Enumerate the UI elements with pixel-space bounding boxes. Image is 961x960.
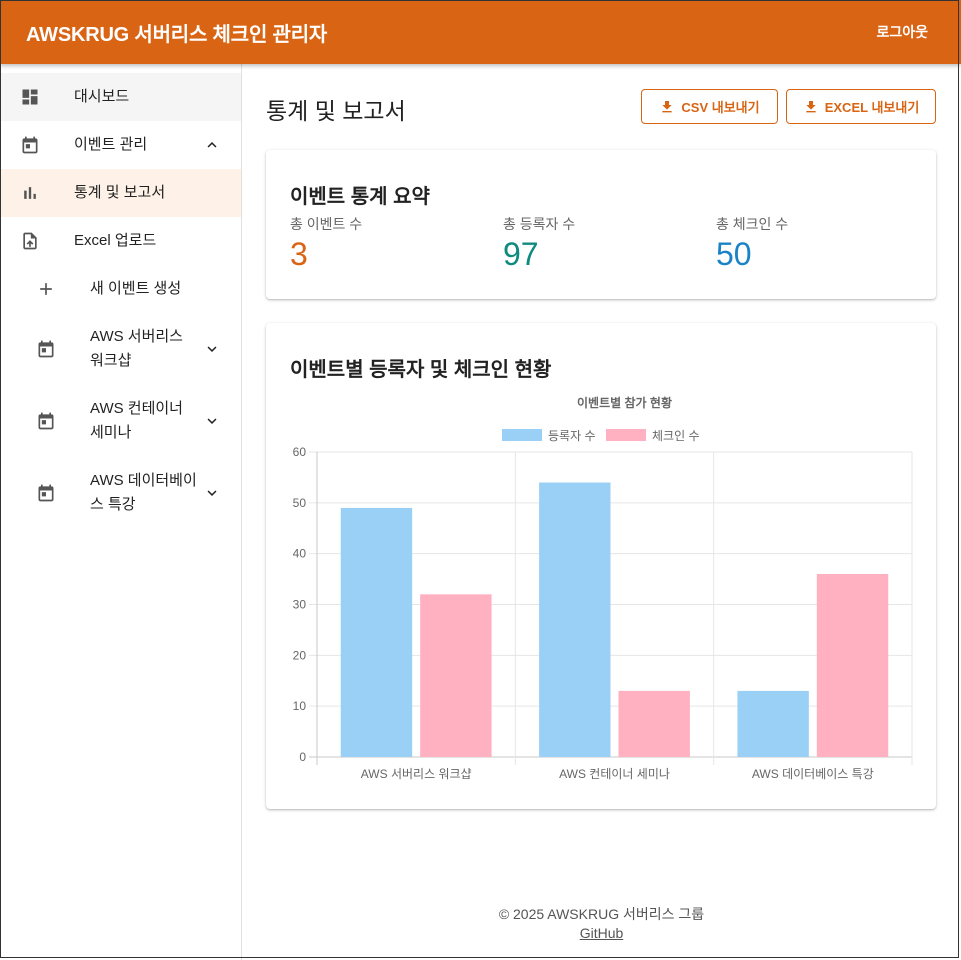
csv-export-label: CSV 내보내기 [681, 100, 760, 115]
footer-copyright: © 2025 AWSKRUG 서버리스 그룹 [498, 906, 705, 922]
stat-label-checkins: 총 체크인 수 [716, 216, 789, 232]
chart: 이벤트별 참가 현황등록자 수 체크인 수 0 10 20 30 40 50 60 AWS 서버리… [293, 395, 913, 781]
download-icon [662, 100, 673, 112]
chevron-down-icon[interactable] [203, 412, 221, 430]
summary-title: 이벤트 통계 요약 [290, 186, 430, 208]
sidebar: 대시보드 이벤트 관리 통계 및 보고서 Excel 업로드 새 이벤트 생성 [0, 64, 242, 960]
excel-export-button[interactable]: EXCEL 내보내기 [786, 89, 936, 124]
excel-export-label: EXCEL 내보내기 [824, 100, 920, 115]
x-tick-label: AWS 서버리스 워크샵 [361, 767, 472, 781]
x-tick-label: AWS 컨테이너 세미나 [559, 767, 670, 781]
sidebar-item-event-serverless[interactable]: AWS 서버리스 워크샵 [0, 313, 241, 385]
calendar-icon [35, 482, 57, 504]
sidebar-item-label: 이벤트 관리 [74, 136, 148, 153]
sidebar-item-label: Excel 업로드 [74, 232, 157, 249]
label-line: 스 특강 [90, 496, 136, 513]
sidebar-item-label: 대시보드 [74, 88, 130, 105]
csv-export-button[interactable]: CSV 내보내기 [641, 89, 778, 124]
plus-icon [35, 278, 57, 300]
y-tick-label: 20 [293, 648, 307, 662]
legend-label: 체크인 수 [652, 429, 700, 443]
y-tick-label: 40 [293, 547, 307, 561]
bar [816, 574, 889, 757]
chevron-down-icon[interactable] [203, 340, 221, 358]
summary-card: 이벤트 통계 요약 총 이벤트 수 3 총 등록자 수 97 총 체크인 수 5… [266, 150, 936, 299]
sidebar-item-new-event[interactable]: 새 이벤트 생성 [0, 265, 241, 313]
label-line: 세미나 [90, 424, 132, 441]
app-title: AWSKRUG 서버리스 체크인 관리자 [26, 23, 328, 46]
stat-value-events: 3 [290, 236, 308, 272]
github-link[interactable]: GitHub [580, 925, 624, 941]
chart-card: 이벤트별 등록자 및 체크인 현황 이벤트별 참가 현황 등록자 수 체크인 수01… [266, 323, 936, 809]
sidebar-item-label: AWS 서버리스 워크샵 [90, 325, 183, 373]
stat-value-registrants: 97 [503, 236, 539, 272]
bar [737, 690, 809, 757]
y-tick-label: 60 [293, 445, 307, 459]
bar [539, 482, 611, 757]
bar-chart-icon [19, 182, 41, 204]
label-line: AWS 데이터베이 [90, 472, 197, 489]
sidebar-item-event-database[interactable]: AWS 데이터베이 스 특강 [0, 457, 241, 529]
sidebar-item-statistics[interactable]: 통계 및 보고서 [0, 169, 241, 217]
download-icon [806, 100, 816, 112]
page-title: 통계 및 보고서 [266, 98, 406, 124]
bar [618, 690, 690, 757]
y-tick-label: 10 [293, 699, 307, 713]
stat-label-events: 총 이벤트 수 [290, 216, 363, 232]
chevron-down-icon[interactable] [203, 484, 221, 502]
y-tick-label: 0 [299, 750, 306, 764]
y-tick-label: 30 [293, 598, 307, 612]
legend-swatch [606, 429, 646, 441]
legend-swatch [502, 429, 542, 441]
app-bar: AWSKRUG 서버리스 체크인 관리자 로그아웃 [0, 0, 961, 64]
label-line: AWS 서버리스 [90, 328, 183, 345]
upload-file-icon [19, 230, 41, 252]
sidebar-item-label: 통계 및 보고서 [74, 184, 166, 201]
dashboard-icon [19, 86, 41, 108]
sidebar-item-label: AWS 데이터베이 스 특강 [90, 469, 197, 517]
sidebar-item-label: AWS 컨테이너 세미나 [90, 397, 183, 445]
chart-title: 이벤트별 참가 현황 [577, 395, 672, 410]
sidebar-item-dashboard[interactable]: 대시보드 [0, 73, 241, 121]
label-line: 워크샵 [90, 352, 132, 369]
sidebar-item-event-container[interactable]: AWS 컨테이너 세미나 [0, 385, 241, 457]
calendar-icon [19, 134, 41, 156]
logout-button[interactable]: 로그아웃 [876, 22, 928, 42]
calendar-icon [35, 338, 57, 360]
calendar-icon [35, 410, 57, 432]
legend-label: 등록자 수 [548, 429, 596, 443]
bar [420, 594, 492, 757]
label-line: AWS 컨테이너 [90, 400, 183, 417]
bar [340, 507, 413, 757]
main-content: 통계 및 보고서 CSV 내보내기 EXCEL 내보내기 이벤트 통계 요약 총… [242, 64, 961, 960]
sidebar-item-excel-upload[interactable]: Excel 업로드 [0, 217, 241, 265]
sidebar-item-label: 새 이벤트 생성 [90, 280, 182, 297]
footer-github: GitHub [242, 925, 961, 941]
chevron-up-icon[interactable] [203, 136, 221, 154]
stat-value-checkins: 50 [716, 236, 752, 272]
x-tick-label: AWS 데이터베이스 특강 [752, 767, 874, 781]
sidebar-item-event-management[interactable]: 이벤트 관리 [0, 121, 241, 169]
y-tick-label: 50 [293, 496, 307, 510]
stat-label-registrants: 총 등록자 수 [503, 216, 576, 232]
